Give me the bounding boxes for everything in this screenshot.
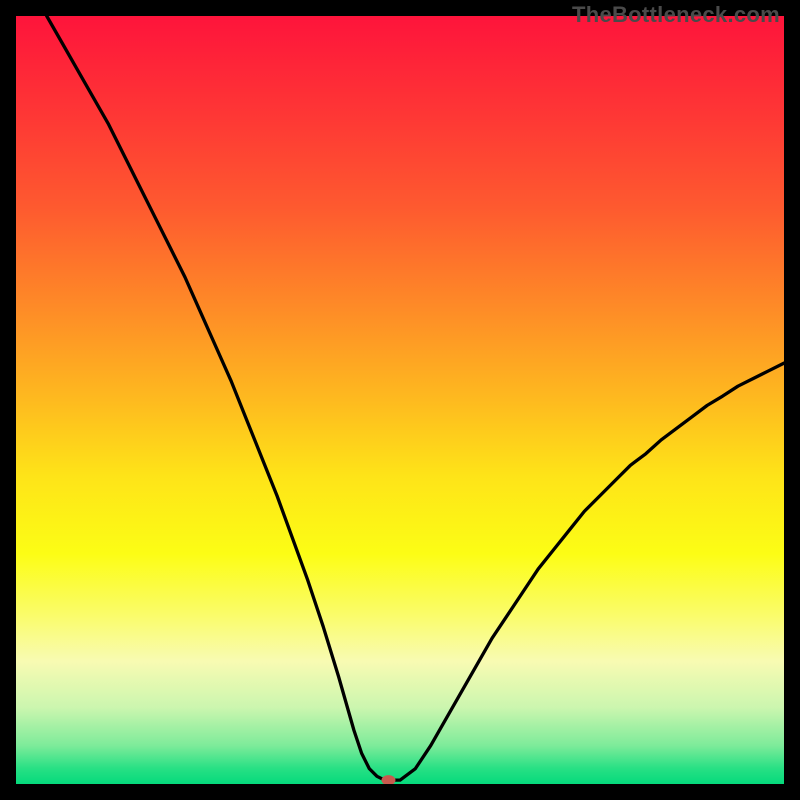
bottleneck-chart	[16, 16, 784, 784]
watermark-text: TheBottleneck.com	[572, 2, 780, 28]
chart-frame	[16, 16, 784, 784]
chart-background	[16, 16, 784, 784]
